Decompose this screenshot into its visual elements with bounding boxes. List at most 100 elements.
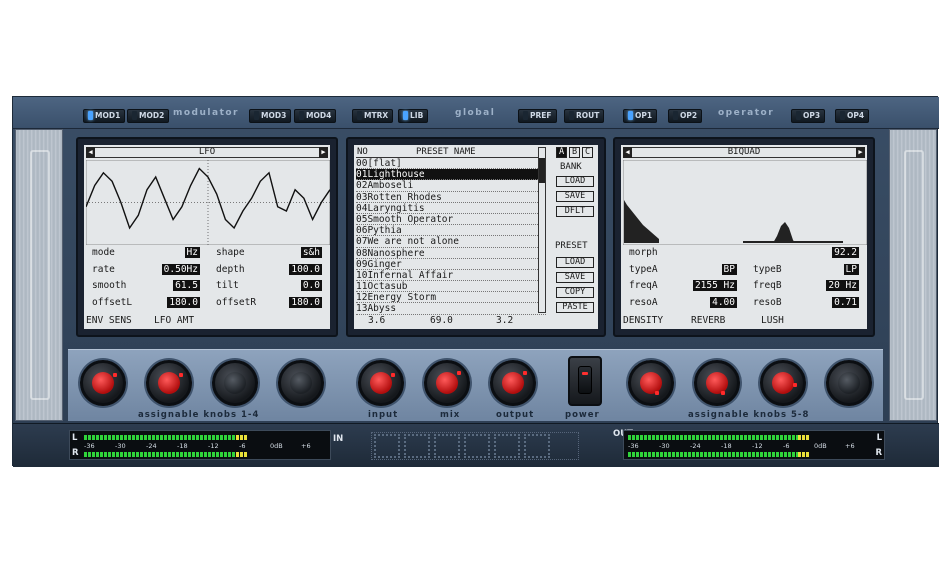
preset-number: 08 [356,247,368,259]
param-label: mode [92,247,115,258]
preset-save-button[interactable]: SAVE [556,272,594,283]
tab-label: LIB [410,111,424,120]
preset-number: 13 [356,303,368,315]
typeb-value[interactable]: LP [843,263,859,275]
scrollbar-thumb[interactable] [539,158,545,183]
bank-c-button[interactable]: C [582,147,593,158]
assignable-knob-8[interactable] [826,360,872,406]
col-name-header: PRESET NAME [416,147,476,157]
rate-value[interactable]: 0.50Hz [161,263,200,275]
preset-number: 11 [356,281,368,293]
preset-list-item[interactable]: 10Infernal Affair [356,270,546,282]
resoa-value[interactable]: 4.00 [710,296,737,308]
tab-lib[interactable]: LIB [398,109,429,123]
assignable-knob-3[interactable] [212,360,258,406]
next-arrow-icon[interactable]: ▶ [856,147,865,158]
bank-save-button[interactable]: SAVE [556,191,594,202]
resob-value[interactable]: 0.71 [832,296,859,308]
tab-pref[interactable]: PREF [518,109,557,123]
preset-list-item[interactable]: 12Energy Storm [356,292,546,304]
preset-list-item[interactable]: 09Ginger [356,259,546,270]
tab-op4[interactable]: OP4 [835,109,870,123]
meter-scale-tick: -6 [783,442,790,450]
meter-channel-r: R [72,448,79,458]
assignable-knob-2[interactable] [146,360,192,406]
meter-channel-l: L [72,433,78,443]
preset-list-item[interactable]: 13Abyss [356,303,546,315]
freqb-value[interactable]: 20 Hz [826,280,859,291]
mode-value[interactable]: Hz [184,247,200,258]
preset-list-item[interactable]: 01Lighthouse [356,169,546,181]
tab-op1[interactable]: OP1 [623,109,658,123]
biquad-screen-header: ◀ BIQUAD ▶ [623,147,865,158]
tab-rout[interactable]: ROUT [564,109,605,123]
prev-arrow-icon[interactable]: ◀ [623,147,632,158]
bank-load-button[interactable]: LOAD [556,176,594,187]
input-knob[interactable] [358,360,404,406]
assignable-knobs-5-8-label: assignable knobs 5-8 [688,410,810,420]
preset-list-item[interactable]: 11Octasub [356,281,546,293]
led-icon [523,111,528,120]
tab-op3[interactable]: OP3 [791,109,826,123]
tab-mtrx[interactable]: MTRX [352,109,394,123]
tab-mod4[interactable]: MOD4 [294,109,337,123]
prev-arrow-icon[interactable]: ◀ [86,147,95,158]
next-arrow-icon[interactable]: ▶ [319,147,328,158]
preset-number: 05 [356,213,368,225]
operator-group-label: operator [718,108,775,118]
morph-value[interactable]: 92.2 [832,247,859,258]
mix-knob[interactable] [424,360,470,406]
biquad-screen: ◀ BIQUAD ▶ morph 92.2 typeA BP typeB LP … [621,145,867,329]
assignable-knob-1[interactable] [80,360,126,406]
preset-scrollbar[interactable] [538,147,546,313]
offsetl-value[interactable]: 180.0 [167,296,200,308]
preset-copy-button[interactable]: COPY [556,287,594,298]
assignable-knob-5[interactable] [628,360,674,406]
power-icon [578,366,592,394]
preset-paste-button[interactable]: PASTE [556,302,594,313]
led-icon [88,111,93,120]
assignable-knob-6[interactable] [694,360,740,406]
lowpass-curve [624,200,659,243]
typea-value[interactable]: BP [721,263,737,275]
preset-load-button[interactable]: LOAD [556,257,594,268]
meter-scale-tick: -18 [177,442,188,450]
preset-name: Smooth Operator [367,213,454,225]
preset-list-item[interactable]: 04Laryngitis [356,203,546,214]
logo-glyph [524,434,550,458]
preset-list-item[interactable]: 06Pythia [356,225,546,237]
shape-value[interactable]: s&h [300,247,322,258]
readout-value: 3.6 [368,315,386,326]
bank-a-button[interactable]: A [556,147,567,158]
tab-op2[interactable]: OP2 [668,109,703,123]
preset-name: Energy Storm [367,292,437,304]
knob-cap [436,372,458,394]
smooth-value[interactable]: 61.5 [173,280,200,291]
power-switch[interactable] [568,356,602,406]
depth-value[interactable]: 100.0 [289,263,322,275]
preset-list-item[interactable]: 02Amboseli [356,180,546,192]
meter-scale-tick: -30 [115,442,126,450]
preset-number: 02 [356,180,368,192]
assignable-knob-7[interactable] [760,360,806,406]
preset-list-item[interactable]: 05Smooth Operator [356,213,546,226]
output-knob[interactable] [490,360,536,406]
tab-mod1[interactable]: MOD1 [83,109,126,123]
tilt-value[interactable]: 0.0 [300,280,322,291]
preset-list-item[interactable]: 03Rotten Rhodes [356,192,546,203]
input-meter-right-bar [84,452,249,457]
assignable-knob-4[interactable] [278,360,324,406]
meter-scale-tick: 0dB [270,442,283,450]
preset-list-item[interactable]: 07We are not alone [356,236,546,248]
tab-mod2[interactable]: MOD2 [127,109,170,123]
bank-b-button[interactable]: B [569,147,580,158]
offsetr-value[interactable]: 180.0 [289,296,322,308]
knob-row: assignable knobs 1-4 input mix output po… [68,349,883,421]
output-knob-label: output [496,410,535,420]
bank-default-button[interactable]: DFLT [556,206,594,217]
preset-list-item[interactable]: 00[flat] [356,158,546,170]
tab-mod3[interactable]: MOD3 [249,109,292,123]
freqa-value[interactable]: 2155 Hz [692,280,737,291]
lfo-screen-header: ◀ LFO ▶ [86,147,328,158]
preset-list-item[interactable]: 08Nanosphere [356,248,546,259]
